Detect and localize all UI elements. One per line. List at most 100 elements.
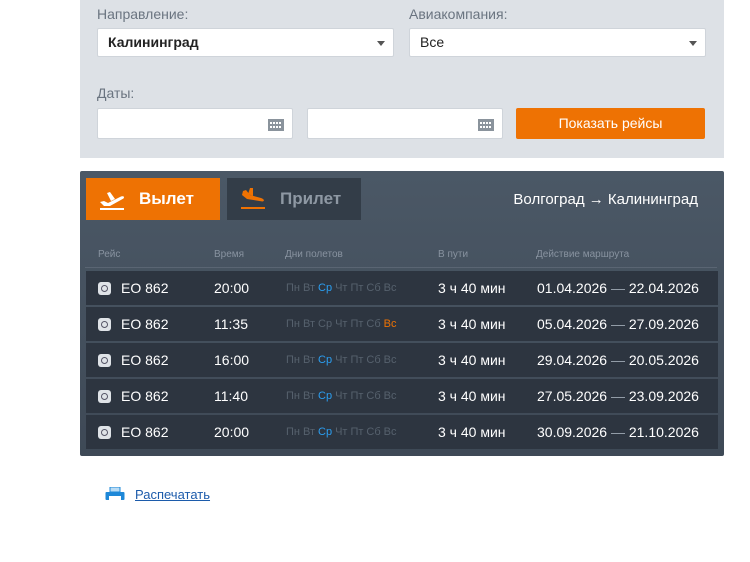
table-row[interactable]: ЕО 862 20:00 Пн Вт Ср Чт Пт Сб Вс 3 ч 40 мин 30.09… [86,415,718,449]
route-validity: 30.09.2026 — 21.10.2026 [537,415,699,449]
validity-separator: — [610,424,625,440]
departure-time: 11:35 [214,316,248,332]
direction-label: Направление: [97,6,189,22]
flight-duration: 3 ч 40 мин [438,316,506,332]
day-6: Вс [383,390,397,402]
airline-select[interactable]: Все [409,28,706,57]
col-duration: В пути [438,249,469,260]
table-row[interactable]: ЕО 862 11:35 Пн Вт Ср Чт Пт Сб Вс 3 ч 40 мин 05.04… [86,307,718,341]
tab-departure[interactable]: Вылет [86,178,220,220]
validity-from: 29.04.2026 [537,352,608,368]
calendar-icon[interactable] [268,119,284,131]
airline-label: Авиакомпания: [409,6,508,22]
day-2: Ср [318,282,333,294]
validity-to: 22.04.2026 [628,280,699,296]
flight-number: ЕО 862 [121,280,169,296]
plane-landing-icon [241,188,265,209]
validity-to: 27.09.2026 [628,316,699,332]
tab-arrival-label: Прилет [280,189,342,208]
flight-number: ЕО 862 [121,316,169,332]
col-days: Дни полетов [285,249,343,260]
day-0: Пн [286,318,300,330]
flight-number: ЕО 862 [121,388,169,404]
day-6: Вс [383,354,397,366]
date-to-input[interactable] [307,108,503,139]
table-row[interactable]: ЕО 862 20:00 Пн Вт Ср Чт Пт Сб Вс 3 ч 40 мин 01.04… [86,271,718,305]
day-5: Сб [366,390,381,402]
flight-duration: 3 ч 40 мин [438,424,506,440]
validity-separator: — [610,388,625,404]
airline-logo-icon [98,282,111,295]
flight-number: ЕО 862 [121,424,169,440]
validity-separator: — [610,352,625,368]
day-3: Чт [335,390,348,402]
day-0: Пн [286,390,300,402]
flight-days: Пн Вт Ср Чт Пт Сб Вс [286,271,399,305]
header-divider [85,267,717,268]
day-4: Пт [350,354,364,366]
table-row[interactable]: ЕО 862 11:40 Пн Вт Ср Чт Пт Сб Вс 3 ч 40 мин 27.05… [86,379,718,413]
chevron-down-icon [689,41,697,46]
route-validity: 29.04.2026 — 20.05.2026 [537,343,699,377]
show-flights-button[interactable]: Показать рейсы [516,108,705,139]
day-1: Вт [302,282,315,294]
direction-select[interactable]: Калининград [97,28,394,57]
calendar-icon[interactable] [478,119,494,131]
day-0: Пн [286,282,300,294]
day-2: Ср [318,318,333,330]
col-flight: Рейс [98,249,121,260]
day-6: Вс [383,426,397,438]
day-4: Пт [350,426,364,438]
date-from-input[interactable] [97,108,293,139]
airline-logo-icon [98,390,111,403]
col-validity: Действие маршрута [536,249,630,260]
day-4: Пт [350,390,364,402]
day-4: Пт [350,318,364,330]
col-time: Время [214,249,245,260]
tab-departure-label: Вылет [139,189,194,208]
flight-number: ЕО 862 [121,352,169,368]
day-2: Ср [318,390,333,402]
tab-arrival[interactable]: Прилет [227,178,361,220]
validity-separator: — [610,316,625,332]
route-title: Волгоград → Калининград [513,191,698,208]
airline-logo-icon [98,318,111,331]
direction-value: Калининград [108,34,199,50]
day-1: Вт [302,390,315,402]
table-row[interactable]: ЕО 862 16:00 Пн Вт Ср Чт Пт Сб Вс 3 ч 40 мин 29.04… [86,343,718,377]
flight-duration: 3 ч 40 мин [438,352,506,368]
dates-label: Даты: [97,85,135,101]
day-6: Вс [383,318,397,330]
day-5: Сб [366,318,381,330]
validity-from: 27.05.2026 [537,388,608,404]
day-3: Чт [335,318,348,330]
print-link[interactable]: Распечатать [135,487,210,502]
day-1: Вт [302,318,315,330]
flight-days: Пн Вт Ср Чт Пт Сб Вс [286,307,399,341]
flight-days: Пн Вт Ср Чт Пт Сб Вс [286,379,399,413]
day-2: Ср [318,426,333,438]
validity-from: 30.09.2026 [537,424,608,440]
validity-from: 01.04.2026 [537,280,608,296]
printer-icon[interactable] [105,487,125,501]
validity-to: 21.10.2026 [628,424,699,440]
validity-to: 20.05.2026 [628,352,699,368]
day-3: Чт [335,426,348,438]
chevron-down-icon [377,41,385,46]
day-2: Ср [318,354,333,366]
route-validity: 27.05.2026 — 23.09.2026 [537,379,699,413]
airline-logo-icon [98,354,111,367]
day-3: Чт [335,354,348,366]
validity-separator: — [610,280,625,296]
plane-takeoff-icon [100,192,125,210]
schedule-board: Вылет Прилет Волгоград → Калининград Рей… [80,171,724,456]
flight-days: Пн Вт Ср Чт Пт Сб Вс [286,343,399,377]
validity-to: 23.09.2026 [628,388,699,404]
day-0: Пн [286,426,300,438]
flight-days: Пн Вт Ср Чт Пт Сб Вс [286,415,399,449]
day-6: Вс [383,282,397,294]
departure-time: 16:00 [214,352,250,368]
departure-time: 11:40 [214,388,248,404]
validity-from: 05.04.2026 [537,316,608,332]
route-validity: 05.04.2026 — 27.09.2026 [537,307,699,341]
